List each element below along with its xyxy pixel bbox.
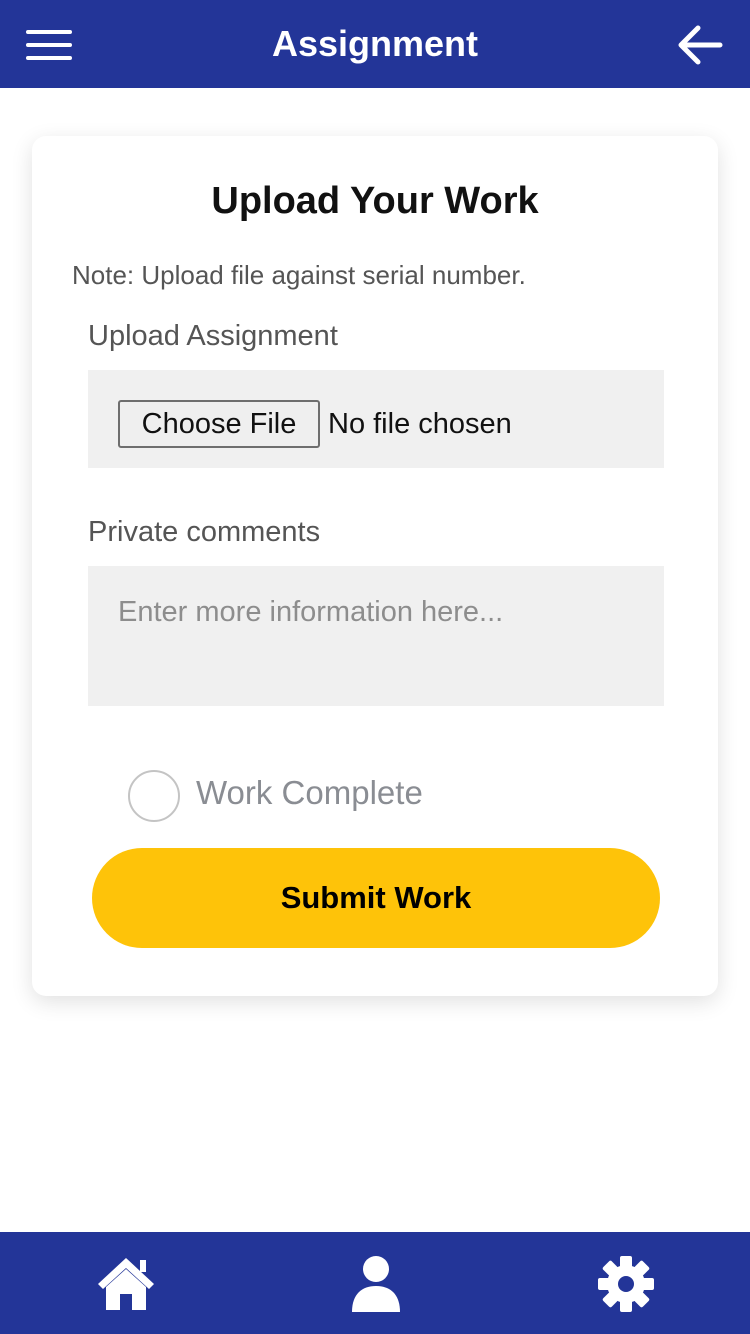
upload-assignment-label: Upload Assignment xyxy=(88,320,338,352)
user-icon[interactable] xyxy=(346,1254,406,1314)
top-app-bar: Assignment xyxy=(0,0,750,88)
gear-icon[interactable] xyxy=(596,1254,656,1314)
work-complete-label[interactable]: Work Complete xyxy=(196,774,423,812)
page-title: Assignment xyxy=(271,23,479,64)
upload-card: Upload Your Work Note: Upload file again… xyxy=(32,136,718,996)
work-complete-radio[interactable] xyxy=(128,770,180,822)
choose-file-button[interactable]: Choose File xyxy=(118,400,320,448)
home-icon[interactable] xyxy=(96,1254,156,1314)
bottom-nav-bar xyxy=(0,1232,750,1334)
submit-work-button[interactable]: Submit Work xyxy=(92,848,660,948)
hamburger-menu-icon[interactable] xyxy=(26,30,72,60)
upload-note: Note: Upload file against serial number. xyxy=(72,260,526,290)
private-comments-label: Private comments xyxy=(88,516,321,548)
private-comments-input[interactable] xyxy=(88,566,664,706)
file-status-text: No file chosen xyxy=(328,408,512,440)
arrow-left-icon[interactable] xyxy=(676,24,724,66)
card-title: Upload Your Work xyxy=(211,180,539,222)
file-upload-field[interactable]: Choose File No file chosen xyxy=(88,370,664,468)
